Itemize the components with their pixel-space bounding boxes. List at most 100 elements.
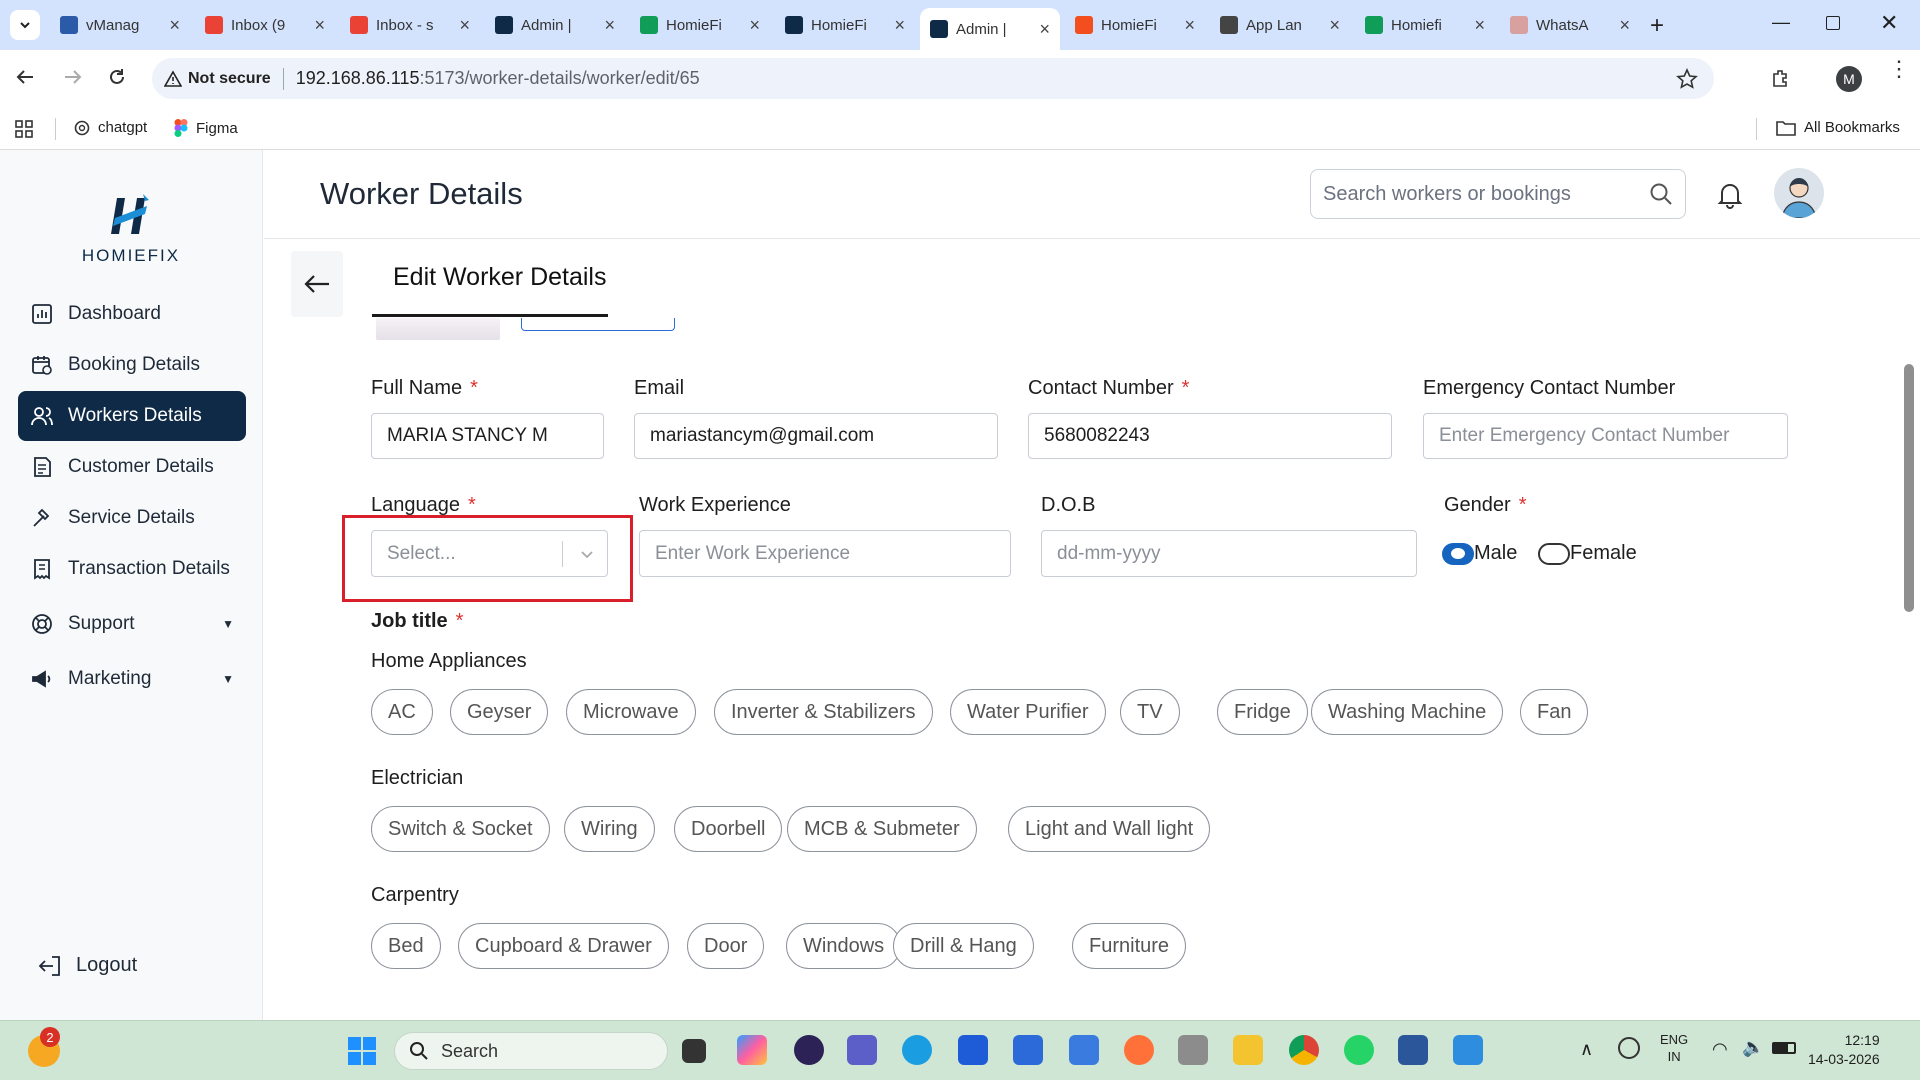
scrollbar-thumb[interactable] xyxy=(1904,364,1914,612)
tab-search-button[interactable] xyxy=(10,10,40,40)
notepad-icon[interactable] xyxy=(1069,1035,1099,1065)
emergency-contact-input[interactable]: Enter Emergency Contact Number xyxy=(1423,413,1788,459)
close-tab-icon[interactable]: × xyxy=(169,15,180,36)
copilot-icon[interactable] xyxy=(737,1035,767,1065)
battery-icon[interactable] xyxy=(1772,1042,1796,1054)
job-chip[interactable]: Door xyxy=(687,923,765,969)
search-icon[interactable] xyxy=(1649,182,1673,206)
browser-tab[interactable]: vManag × xyxy=(50,8,190,42)
browser-tab[interactable]: Inbox (9 × xyxy=(195,8,335,42)
job-chip[interactable]: Washing Machine xyxy=(1311,689,1504,735)
bookmark-figma[interactable]: Figma xyxy=(174,119,238,137)
file-explorer-icon[interactable] xyxy=(1233,1035,1263,1065)
back-button[interactable] xyxy=(14,66,36,88)
close-window-button[interactable]: ✕ xyxy=(1880,10,1898,36)
job-chip[interactable]: Cupboard & Drawer xyxy=(458,923,669,969)
close-tab-icon[interactable]: × xyxy=(604,15,615,36)
wifi-icon[interactable]: ◠ xyxy=(1712,1039,1728,1060)
job-chip[interactable]: MCB & Submeter xyxy=(787,806,977,852)
job-chip[interactable]: Switch & Socket xyxy=(371,806,550,852)
teams-icon[interactable] xyxy=(847,1035,877,1065)
close-tab-icon[interactable]: × xyxy=(1329,15,1340,36)
chevron-down-icon[interactable] xyxy=(579,546,595,562)
contact-number-input[interactable]: 5680082243 xyxy=(1028,413,1392,459)
mail-icon[interactable] xyxy=(1178,1035,1208,1065)
close-tab-icon[interactable]: × xyxy=(894,15,905,36)
close-tab-icon[interactable]: × xyxy=(1474,15,1485,36)
job-chip[interactable]: Bed xyxy=(371,923,441,969)
word-icon[interactable] xyxy=(1398,1035,1428,1065)
browser-tab[interactable]: HomieFi × xyxy=(1065,8,1205,42)
tray-sync-icon[interactable] xyxy=(1618,1037,1640,1059)
job-chip[interactable]: Doorbell xyxy=(674,806,783,852)
sidebar-item-transaction-details[interactable]: Transaction Details xyxy=(18,544,246,594)
language-indicator[interactable]: ENG IN xyxy=(1660,1031,1688,1065)
minimize-button[interactable]: — xyxy=(1772,12,1790,33)
job-chip[interactable]: Windows xyxy=(786,923,902,969)
sidebar-item-booking-details[interactable]: Booking Details xyxy=(18,340,246,390)
close-tab-icon[interactable]: × xyxy=(1039,19,1050,40)
full-name-input[interactable]: MARIA STANCY M xyxy=(371,413,604,459)
edge-icon[interactable] xyxy=(902,1035,932,1065)
email-input[interactable]: mariastancym@gmail.com xyxy=(634,413,998,459)
close-tab-icon[interactable]: × xyxy=(314,15,325,36)
browser-tab[interactable]: HomieFi × xyxy=(630,8,770,42)
job-chip[interactable]: Geyser xyxy=(450,689,549,735)
sidebar-item-support[interactable]: Support ▼ xyxy=(18,599,246,649)
browser-tab[interactable]: Homiefi × xyxy=(1355,8,1495,42)
job-chip[interactable]: Microwave xyxy=(566,689,696,735)
restore-button[interactable] xyxy=(1826,16,1840,30)
job-chip[interactable]: AC xyxy=(371,689,433,735)
gender-radio-female[interactable]: Female xyxy=(1538,542,1637,565)
address-bar[interactable]: Not secure 192.168.86.115:5173/worker-de… xyxy=(152,58,1714,99)
task-view-icon[interactable] xyxy=(682,1039,706,1063)
close-tab-icon[interactable]: × xyxy=(749,15,760,36)
job-chip[interactable]: Wiring xyxy=(564,806,655,852)
star-icon[interactable] xyxy=(1676,67,1698,90)
dob-input[interactable]: dd-mm-yyyy xyxy=(1041,530,1417,577)
browser-tab[interactable]: App Lan × xyxy=(1210,8,1350,42)
gender-radio-male[interactable]: Male xyxy=(1442,542,1517,565)
work-experience-input[interactable]: Enter Work Experience xyxy=(639,530,1011,577)
sidebar-item-customer-details[interactable]: Customer Details xyxy=(18,442,246,492)
new-tab-button[interactable]: + xyxy=(1650,12,1664,40)
volume-icon[interactable]: 🔈 xyxy=(1742,1037,1764,1058)
sidebar-item-dashboard[interactable]: Dashboard xyxy=(18,289,246,339)
store-icon[interactable] xyxy=(1013,1035,1043,1065)
browser-tab[interactable]: WhatsA × xyxy=(1500,8,1640,42)
job-chip[interactable]: Light and Wall light xyxy=(1008,806,1211,852)
close-tab-icon[interactable]: × xyxy=(1184,15,1195,36)
user-avatar[interactable] xyxy=(1774,168,1824,218)
vscode-like-icon[interactable] xyxy=(958,1035,988,1065)
scrollbar-track[interactable] xyxy=(1904,320,1914,1010)
all-bookmarks-button[interactable]: All Bookmarks xyxy=(1776,119,1900,136)
whatsapp-icon[interactable] xyxy=(1344,1035,1374,1065)
close-tab-icon[interactable]: × xyxy=(1619,15,1630,36)
back-arrow-button[interactable] xyxy=(291,251,343,317)
tab-edit-worker-details[interactable]: Edit Worker Details xyxy=(372,263,608,317)
extensions-icon[interactable] xyxy=(1770,67,1792,89)
chrome-icon[interactable] xyxy=(1289,1035,1319,1065)
bell-icon[interactable] xyxy=(1717,181,1743,209)
clock[interactable]: 12:19 14-03-2026 xyxy=(1808,1031,1880,1069)
browser-tab[interactable]: Inbox - s × xyxy=(340,8,480,42)
job-chip[interactable]: Water Purifier xyxy=(950,689,1106,735)
reload-button[interactable] xyxy=(106,66,128,88)
start-button[interactable] xyxy=(348,1037,376,1065)
tray-overflow-icon[interactable]: ∧ xyxy=(1580,1039,1593,1060)
security-label[interactable]: Not secure xyxy=(188,70,271,88)
sidebar-item-service-details[interactable]: Service Details xyxy=(18,493,246,543)
job-chip[interactable]: Drill & Hang xyxy=(893,923,1034,969)
job-chip[interactable]: Fan xyxy=(1520,689,1589,735)
taskbar-search[interactable]: Search xyxy=(394,1032,668,1070)
logout-button[interactable]: Logout xyxy=(38,954,137,977)
eclipse-icon[interactable] xyxy=(794,1035,824,1065)
menu-button[interactable]: ⋮ xyxy=(1888,58,1910,80)
profile-avatar[interactable]: M xyxy=(1836,66,1862,92)
close-tab-icon[interactable]: × xyxy=(459,15,470,36)
job-chip[interactable]: Fridge xyxy=(1217,689,1308,735)
browser-tab[interactable]: Admin | × xyxy=(485,8,625,42)
job-chip[interactable]: TV xyxy=(1120,689,1180,735)
browser-tab[interactable]: Admin | × xyxy=(920,8,1060,50)
job-chip[interactable]: Furniture xyxy=(1072,923,1187,969)
